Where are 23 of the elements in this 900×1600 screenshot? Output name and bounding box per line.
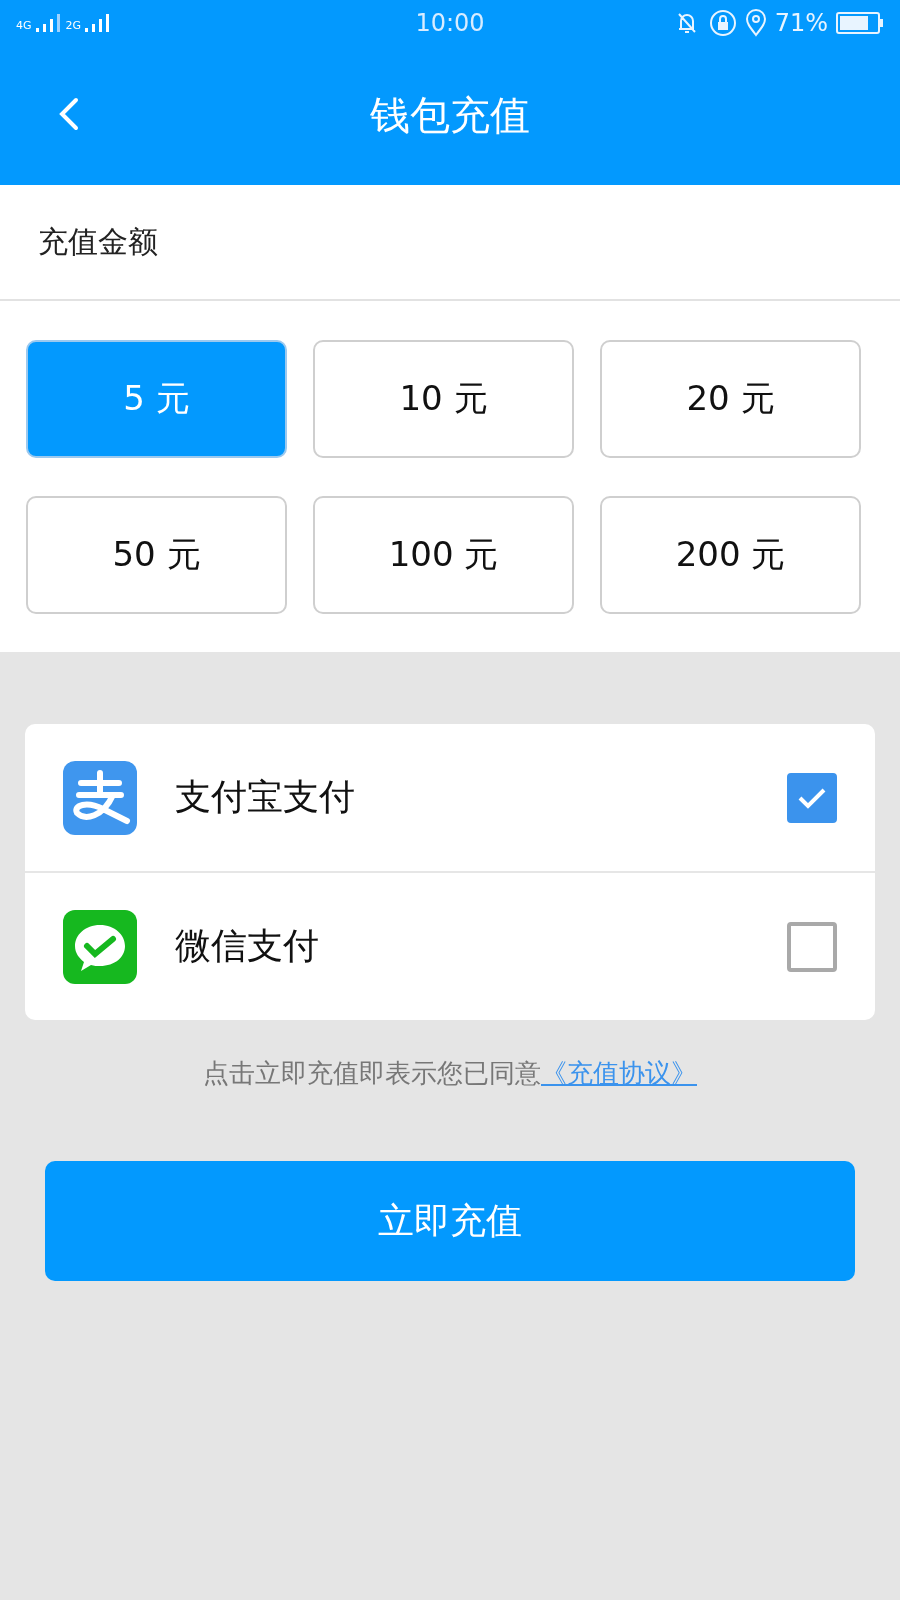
checkbox[interactable]: [787, 772, 837, 823]
network-label: 2G: [65, 19, 82, 32]
payment-label: 支付宝支付: [175, 775, 356, 819]
clock: 10:00: [415, 9, 485, 37]
payment-label: 微信支付: [175, 924, 320, 968]
network-label: 4G: [16, 19, 32, 32]
location-icon: [744, 9, 767, 37]
section-label: 充值金额: [38, 222, 158, 261]
agreement-text: 点击立即充值即表示您已同意: [203, 1058, 541, 1088]
amount-option[interactable]: 20 元: [600, 340, 861, 458]
amount-option[interactable]: 100 元: [313, 496, 574, 614]
checkbox[interactable]: [787, 921, 837, 972]
battery-percent: 71%: [774, 9, 828, 37]
battery-icon: [836, 12, 884, 34]
rotation-lock-icon: [708, 9, 737, 37]
amount-option[interactable]: 10 元: [313, 340, 574, 458]
amount-option[interactable]: 50 元: [26, 496, 287, 614]
signal-icon: [35, 14, 62, 32]
page-title: 钱包充值: [370, 91, 530, 140]
pay-logo-icon: [63, 760, 137, 835]
signal-icon: [85, 14, 112, 32]
chat-bubble-check-icon: [63, 909, 137, 984]
amount-option[interactable]: 200 元: [600, 496, 861, 614]
